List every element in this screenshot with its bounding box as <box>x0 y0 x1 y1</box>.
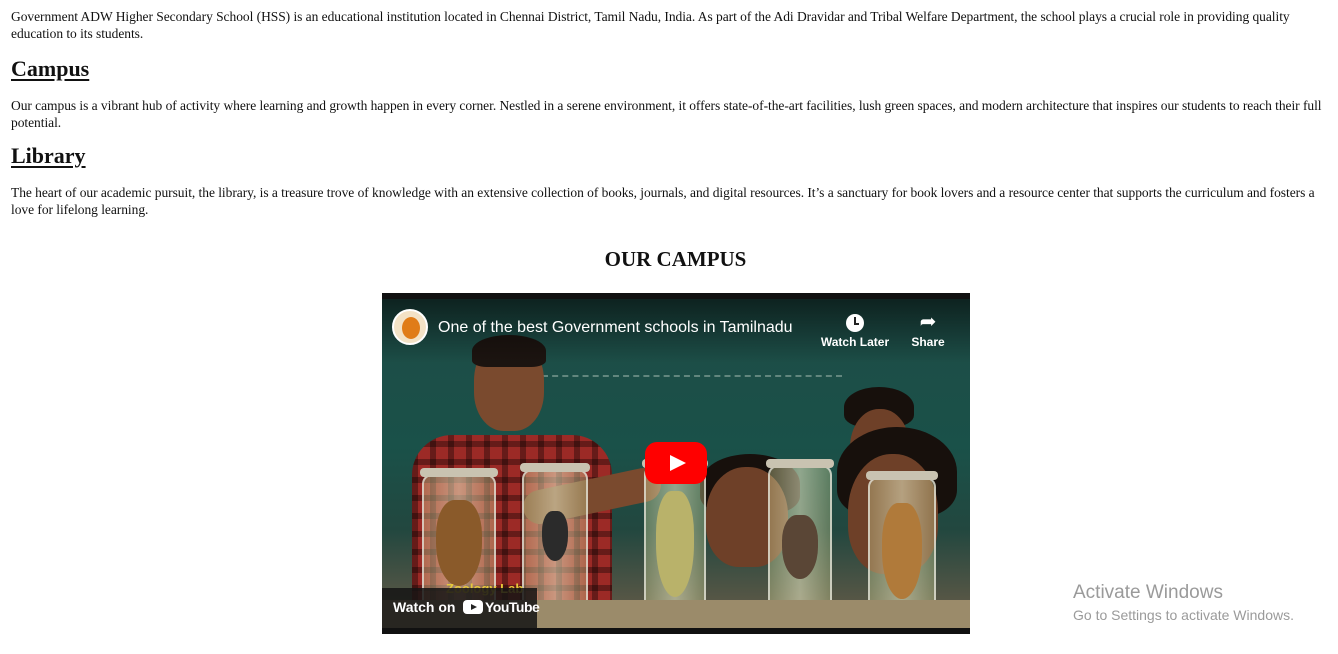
watermark-title: Activate Windows <box>1073 582 1223 603</box>
intro-paragraph: Government ADW Higher Secondary School (… <box>11 9 1290 41</box>
channel-avatar[interactable] <box>392 309 428 345</box>
watch-on-label: Watch on <box>393 599 456 615</box>
clock-icon <box>846 313 864 332</box>
watch-on-youtube-button[interactable]: Watch on YouTube <box>382 588 540 628</box>
share-arrow-icon: ➦ <box>919 311 937 333</box>
watch-later-button[interactable]: Watch Later <box>815 309 895 349</box>
share-label: Share <box>911 335 945 349</box>
our-campus-heading: OUR CAMPUS <box>604 247 747 271</box>
library-paragraph: The heart of our academic pursuit, the l… <box>11 185 1315 217</box>
youtube-label: YouTube <box>485 599 540 615</box>
watermark-subtitle: Go to Settings to activate Windows. <box>1073 607 1294 623</box>
video-embed[interactable]: Zoology Lab One of the best Government s… <box>382 293 970 634</box>
page-content: Government ADW Higher Secondary School (… <box>11 8 1338 218</box>
play-button[interactable] <box>645 442 707 484</box>
video-top-bar: One of the best Government schools in Ta… <box>382 299 970 363</box>
youtube-logo-icon: YouTube <box>463 599 540 615</box>
video-title[interactable]: One of the best Government schools in Ta… <box>438 319 793 337</box>
library-heading: Library <box>11 143 86 168</box>
watch-later-label: Watch Later <box>820 335 890 349</box>
campus-heading: Campus <box>11 56 90 81</box>
windows-activation-watermark: Activate Windows Go to Settings to activ… <box>1073 581 1294 625</box>
share-button[interactable]: ➦ Share <box>888 309 968 349</box>
specimen-jar <box>766 459 834 619</box>
campus-paragraph: Our campus is a vibrant hub of activity … <box>11 98 1322 130</box>
